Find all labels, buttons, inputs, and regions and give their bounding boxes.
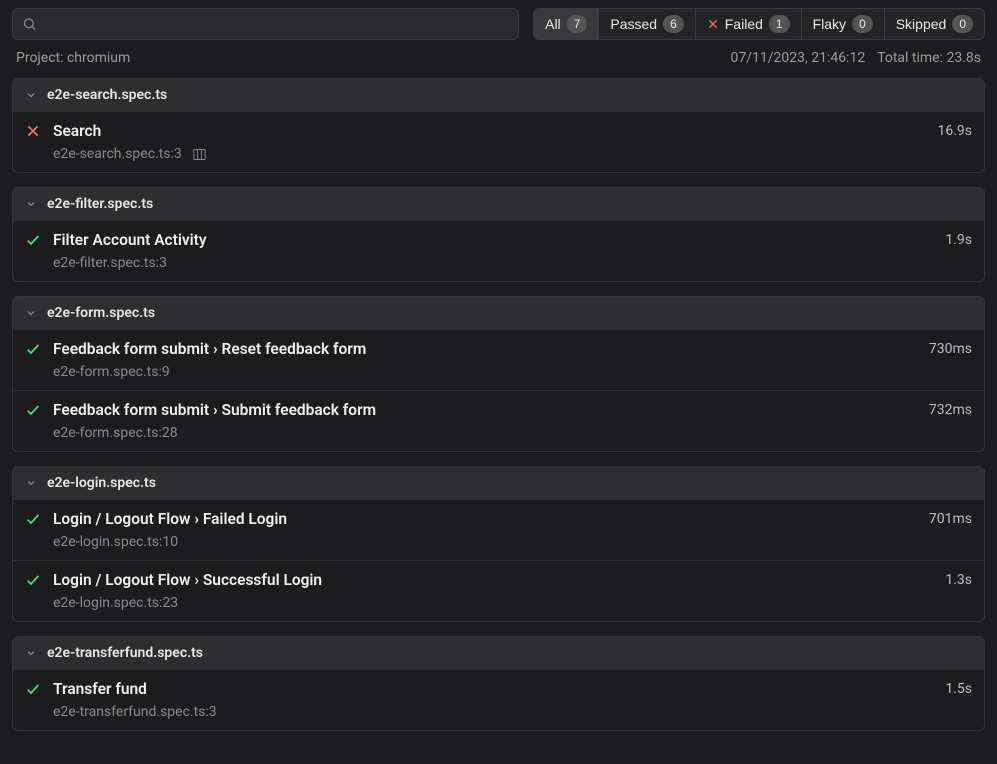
spec-group: e2e-search.spec.ts Search 16.9s e2e-search.… — [12, 78, 985, 173]
test-location: e2e-form.spec.ts:28 — [53, 425, 178, 441]
test-first-line: Filter Account Activity 1.9s — [25, 231, 972, 249]
filter-failed-button[interactable]: Failed 1 — [696, 9, 802, 39]
filter-count-badge: 1 — [769, 15, 790, 33]
filter-count-badge: 6 — [663, 15, 684, 33]
check-icon — [25, 402, 41, 418]
test-second-line: e2e-form.spec.ts:28 — [25, 419, 972, 441]
spec-group: e2e-login.spec.ts Login / Logout Flow › F… — [12, 466, 985, 622]
spec-file-name: e2e-search.spec.ts — [47, 87, 167, 103]
spec-file-name: e2e-login.spec.ts — [47, 475, 156, 491]
test-duration: 1.5s — [945, 681, 972, 697]
spec-group-header[interactable]: e2e-filter.spec.ts — [13, 188, 984, 220]
test-first-line: Login / Logout Flow › Failed Login 701ms — [25, 510, 972, 528]
meta-row: Project: chromium 07/11/2023, 21:46:12 T… — [12, 50, 985, 66]
test-second-line: e2e-filter.spec.ts:3 — [25, 249, 972, 271]
test-duration: 1.3s — [945, 572, 972, 588]
check-icon — [25, 572, 41, 588]
test-location: e2e-form.spec.ts:9 — [53, 364, 170, 380]
spec-group-header[interactable]: e2e-transferfund.spec.ts — [13, 637, 984, 669]
test-row[interactable]: Login / Logout Flow › Failed Login 701ms e… — [13, 499, 984, 560]
test-location: e2e-login.spec.ts:23 — [53, 595, 178, 611]
run-timestamp: 07/11/2023, 21:46:12 — [730, 50, 865, 66]
spec-group-header[interactable]: e2e-search.spec.ts — [13, 79, 984, 111]
fail-icon — [707, 18, 719, 30]
x-icon — [25, 123, 41, 139]
test-location: e2e-transferfund.spec.ts:3 — [53, 704, 217, 720]
test-location: e2e-search.spec.ts:3 — [53, 146, 182, 162]
filter-flaky-button[interactable]: Flaky 0 — [802, 9, 885, 39]
test-name: Transfer fund — [53, 680, 933, 698]
chevron-down-icon — [25, 89, 37, 101]
test-location: e2e-filter.spec.ts:3 — [53, 255, 167, 271]
search-icon — [22, 17, 37, 32]
test-location: e2e-login.spec.ts:10 — [53, 534, 178, 550]
test-name: Login / Logout Flow › Failed Login — [53, 510, 917, 528]
search-wrapper — [12, 8, 519, 40]
filter-count-badge: 0 — [952, 15, 973, 33]
test-row[interactable]: Feedback form submit › Reset feedback fo… — [13, 329, 984, 390]
search-input[interactable] — [12, 8, 519, 40]
spec-group: e2e-form.spec.ts Feedback form submit › R… — [12, 296, 985, 452]
test-first-line: Feedback form submit › Submit feedback f… — [25, 401, 972, 419]
filter-count-badge: 0 — [852, 15, 873, 33]
test-name: Search — [53, 122, 925, 140]
filter-label: Skipped — [896, 16, 947, 32]
test-row[interactable]: Transfer fund 1.5s e2e-transferfund.spec.t… — [13, 669, 984, 730]
test-first-line: Search 16.9s — [25, 122, 972, 140]
spec-group-header[interactable]: e2e-login.spec.ts — [13, 467, 984, 499]
test-second-line: e2e-transferfund.spec.ts:3 — [25, 698, 972, 720]
total-time: Total time: 23.8s — [877, 50, 981, 66]
filter-all-button[interactable]: All 7 — [534, 9, 599, 39]
spec-group: e2e-transferfund.spec.ts Transfer fund 1.5… — [12, 636, 985, 731]
check-icon — [25, 511, 41, 527]
filter-group: All 7 Passed 6 Failed 1 Flaky 0 Skipped 0 — [533, 8, 985, 40]
test-first-line: Login / Logout Flow › Successful Login 1.… — [25, 571, 972, 589]
test-second-line: e2e-login.spec.ts:23 — [25, 589, 972, 611]
test-second-line: e2e-search.spec.ts:3 — [25, 140, 972, 162]
test-second-line: e2e-login.spec.ts:10 — [25, 528, 972, 550]
filter-passed-button[interactable]: Passed 6 — [599, 9, 695, 39]
test-row[interactable]: Filter Account Activity 1.9s e2e-filter.sp… — [13, 220, 984, 281]
test-duration: 732ms — [929, 402, 972, 418]
trace-icon[interactable] — [192, 147, 207, 162]
test-second-line: e2e-form.spec.ts:9 — [25, 358, 972, 380]
filter-label: All — [545, 16, 561, 32]
chevron-down-icon — [25, 198, 37, 210]
spec-file-name: e2e-form.spec.ts — [47, 305, 155, 321]
filter-label: Passed — [610, 16, 657, 32]
test-first-line: Transfer fund 1.5s — [25, 680, 972, 698]
test-first-line: Feedback form submit › Reset feedback fo… — [25, 340, 972, 358]
test-name: Feedback form submit › Submit feedback f… — [53, 401, 917, 419]
test-name: Feedback form submit › Reset feedback fo… — [53, 340, 917, 358]
test-name: Login / Logout Flow › Successful Login — [53, 571, 933, 589]
test-duration: 701ms — [929, 511, 972, 527]
test-duration: 16.9s — [937, 123, 972, 139]
filter-label: Failed — [725, 16, 763, 32]
filter-skipped-button[interactable]: Skipped 0 — [885, 9, 984, 39]
test-row[interactable]: Login / Logout Flow › Successful Login 1.… — [13, 560, 984, 621]
project-label: Project: chromium — [16, 50, 130, 66]
top-bar: All 7 Passed 6 Failed 1 Flaky 0 Skipped 0 — [12, 8, 985, 40]
check-icon — [25, 341, 41, 357]
check-icon — [25, 232, 41, 248]
test-row[interactable]: Feedback form submit › Submit feedback f… — [13, 390, 984, 451]
filter-count-badge: 7 — [567, 15, 588, 33]
check-icon — [25, 681, 41, 697]
test-name: Filter Account Activity — [53, 231, 933, 249]
chevron-down-icon — [25, 477, 37, 489]
spec-file-name: e2e-filter.spec.ts — [47, 196, 153, 212]
spec-file-name: e2e-transferfund.spec.ts — [47, 645, 203, 661]
test-row[interactable]: Search 16.9s e2e-search.spec.ts:3 — [13, 111, 984, 172]
test-duration: 730ms — [929, 341, 972, 357]
filter-label: Flaky — [813, 16, 846, 32]
spec-group-header[interactable]: e2e-form.spec.ts — [13, 297, 984, 329]
test-duration: 1.9s — [945, 232, 972, 248]
spec-group: e2e-filter.spec.ts Filter Account Activit… — [12, 187, 985, 282]
chevron-down-icon — [25, 647, 37, 659]
chevron-down-icon — [25, 307, 37, 319]
